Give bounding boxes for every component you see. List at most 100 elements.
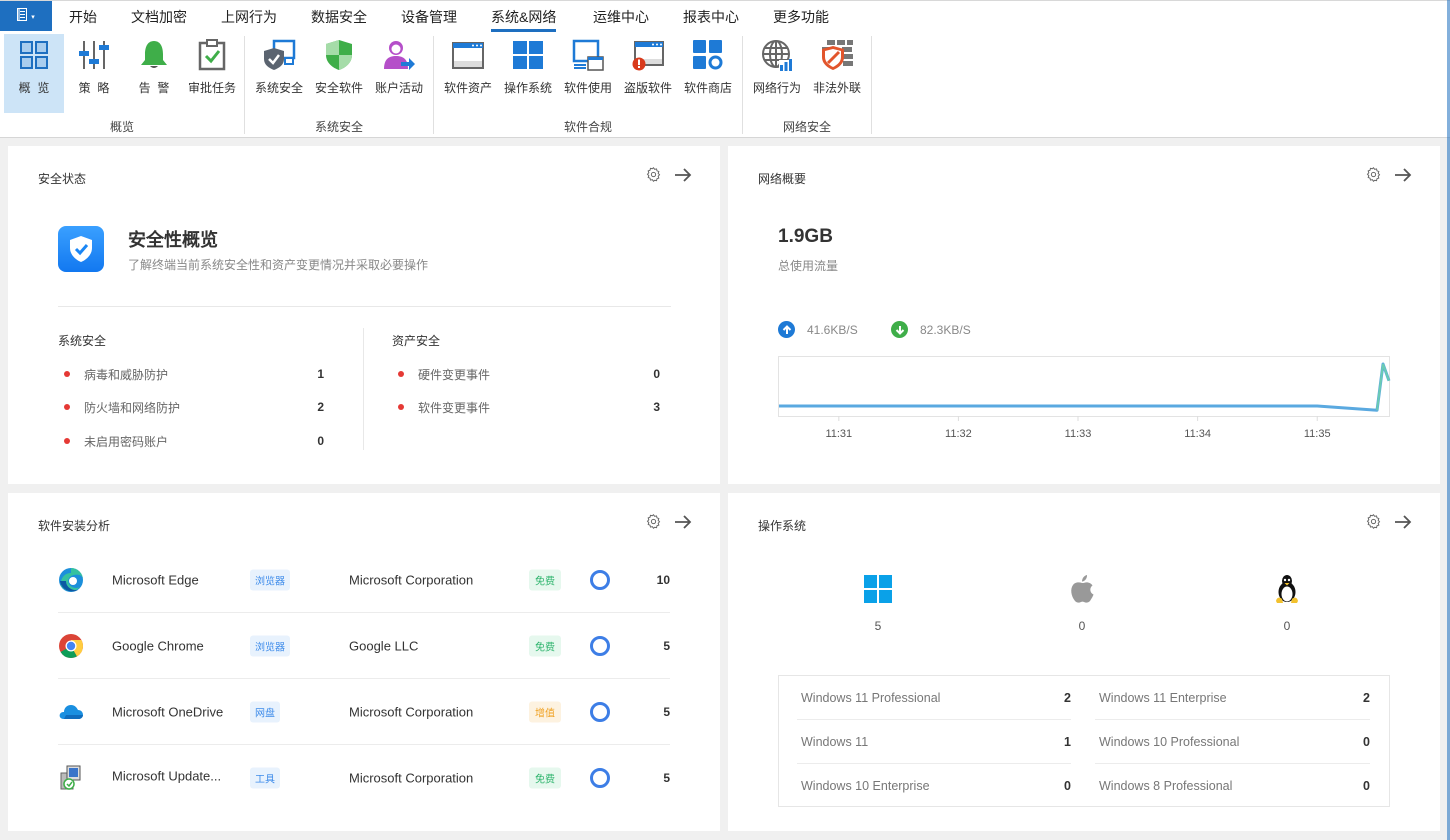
os-version-row[interactable]: Windows 10 Professional 0 — [1095, 720, 1370, 764]
tab-doc-encryption[interactable]: 文档加密 — [131, 1, 187, 33]
license-badge: 增值 — [529, 701, 561, 722]
operating-system-card: 操作系统 5 0 0 Windows 11 Professional 2 Win… — [728, 493, 1440, 831]
ribbon-policy[interactable]: 策 略 — [64, 34, 124, 114]
settings-gear-icon[interactable] — [645, 513, 662, 530]
tab-device-management[interactable]: 设备管理 — [401, 1, 457, 33]
ribbon-software-usage[interactable]: 软件使用 — [558, 34, 618, 114]
operating-system-windows-icon — [510, 37, 546, 73]
tab-data-security[interactable]: 数据安全 — [311, 1, 367, 33]
software-vendor: Microsoft Corporation — [349, 704, 474, 719]
category-badge: 网盘 — [250, 701, 280, 722]
tab-system-network[interactable]: 系统&网络 — [491, 1, 557, 33]
ribbon-illegal-connection[interactable]: 非法外联 — [807, 34, 867, 114]
ribbon: 概 览 策 略 告 警 审批任务 概览 系统安全 安全软件 账户活动 系统安全 … — [0, 32, 1450, 138]
os-version-count: 1 — [1064, 735, 1071, 749]
pirated-software-warning-icon — [630, 37, 666, 73]
ribbon-operating-system[interactable]: 操作系统 — [498, 34, 558, 114]
card-title: 网络概要 — [758, 172, 807, 186]
ribbon-software-asset[interactable]: 软件资产 — [438, 34, 498, 114]
software-asset-window-icon — [450, 37, 486, 73]
software-name: Microsoft Update... — [112, 768, 222, 784]
ribbon-illegal-connection-label: 非法外联 — [812, 81, 861, 95]
tab-report-center[interactable]: 报表中心 — [683, 1, 739, 33]
software-row[interactable]: Google Chrome 浏览器 Google LLC 免费 5 — [58, 613, 670, 679]
asset-security-row[interactable]: 软件变更事件 3 — [392, 397, 660, 417]
os-platform-linux[interactable]: 0 — [1257, 573, 1317, 633]
os-version-count: 0 — [1363, 735, 1370, 749]
software-row[interactable]: Microsoft Edge 浏览器 Microsoft Corporation… — [58, 547, 670, 613]
security-status-card: 安全状态 安全性概览 了解终端当前系统安全性和资产变更情况并采取必要操作 系统安… — [8, 146, 720, 484]
app-menu-button[interactable]: ▾ — [0, 1, 52, 31]
total-traffic-label: 总使用流量 — [778, 259, 839, 273]
ribbon-account-activity[interactable]: 账户活动 — [369, 34, 429, 114]
settings-gear-icon[interactable] — [1365, 513, 1382, 530]
approval-clipboard-icon — [194, 37, 230, 73]
arrow-right-icon[interactable] — [674, 167, 692, 183]
ribbon-alert[interactable]: 告 警 — [124, 34, 184, 114]
ribbon-group-system-security-label: 系统安全 — [314, 120, 363, 134]
software-name: Microsoft OneDrive — [112, 704, 224, 719]
settings-gear-icon[interactable] — [1365, 166, 1382, 183]
ribbon-policy-label: 策 略 — [78, 81, 110, 95]
arrow-right-icon[interactable] — [1394, 514, 1412, 530]
system-security-heading: 系统安全 — [58, 334, 107, 348]
os-version-row[interactable]: Windows 11 1 — [797, 720, 1071, 764]
ribbon-security-software[interactable]: 安全软件 — [309, 34, 369, 114]
tab-ops-center[interactable]: 运维中心 — [593, 1, 649, 33]
divider — [58, 306, 671, 307]
tab-more-features[interactable]: 更多功能 — [773, 1, 829, 33]
ribbon-approval-tasks[interactable]: 审批任务 — [182, 34, 242, 114]
install-ring-icon — [590, 635, 610, 656]
asset-security-row[interactable]: 硬件变更事件 0 — [392, 364, 660, 384]
os-version-name: Windows 11 Professional — [801, 691, 941, 705]
network-traffic-chart: 11:31 11:32 11:33 11:34 11:35 — [778, 356, 1391, 440]
row-label: 硬件变更事件 — [418, 367, 491, 382]
ribbon-software-store[interactable]: 软件商店 — [678, 34, 738, 114]
os-platform-count: 5 — [874, 619, 882, 633]
app-menu-icon — [17, 8, 29, 24]
ribbon-separator — [871, 36, 872, 134]
os-version-row[interactable]: Windows 11 Enterprise 2 — [1095, 676, 1370, 720]
upload-speed: 41.6KB/S — [778, 321, 858, 338]
ribbon-system-security-label: 系统安全 — [254, 81, 303, 95]
card-title: 操作系统 — [758, 519, 807, 533]
system-security-row[interactable]: 病毒和威胁防护 1 — [58, 364, 324, 384]
os-version-count: 2 — [1064, 691, 1071, 705]
ribbon-pirated-software[interactable]: 盗版软件 — [618, 34, 678, 114]
install-ring-icon — [590, 569, 610, 590]
card-title: 安全状态 — [38, 172, 87, 186]
tab-start[interactable]: 开始 — [69, 1, 97, 33]
download-speed-value: 82.3KB/S — [920, 322, 971, 337]
license-badge: 免费 — [529, 635, 561, 656]
ribbon-group-overview-label: 概览 — [109, 120, 134, 134]
os-version-row[interactable]: Windows 11 Professional 2 — [797, 676, 1071, 720]
software-row[interactable]: Microsoft OneDrive 网盘 Microsoft Corporat… — [58, 679, 670, 745]
os-version-row[interactable]: Windows 10 Enterprise 0 — [801, 764, 1071, 808]
settings-gear-icon[interactable] — [645, 166, 662, 183]
os-version-name: Windows 8 Professional — [1099, 779, 1233, 793]
ribbon-overview[interactable]: 概 览 — [4, 34, 64, 113]
arrow-right-icon[interactable] — [1394, 167, 1412, 183]
software-row[interactable]: Microsoft Update... 工具 Microsoft Corpora… — [58, 745, 670, 811]
arrow-right-icon[interactable] — [674, 514, 692, 530]
os-platform-count: 0 — [1283, 619, 1291, 633]
illegal-connection-firewall-icon — [819, 37, 855, 73]
ribbon-network-behavior[interactable]: 网络行为 — [747, 34, 807, 114]
ribbon-system-security[interactable]: 系统安全 — [249, 34, 309, 114]
license-badge: 免费 — [529, 569, 561, 590]
install-count: 5 — [663, 638, 670, 653]
card-title: 软件安装分析 — [38, 519, 111, 533]
os-platform-mac[interactable]: 0 — [1052, 573, 1112, 633]
account-activity-user-icon — [381, 37, 417, 73]
chrome-icon — [58, 633, 84, 659]
ribbon-group-software-compliance-label: 软件合规 — [563, 120, 612, 134]
system-security-row[interactable]: 未启用密码账户 0 — [58, 431, 324, 451]
installer-icon — [58, 765, 84, 791]
system-security-row[interactable]: 防火墙和网络防护 2 — [58, 397, 324, 417]
os-version-name: Windows 11 Enterprise — [1099, 691, 1227, 705]
tab-web-behavior[interactable]: 上网行为 — [221, 1, 277, 33]
os-version-row[interactable]: Windows 8 Professional 0 — [1099, 764, 1370, 808]
os-platform-windows[interactable]: 5 — [848, 573, 908, 633]
chevron-down-icon: ▾ — [31, 14, 35, 21]
x-tick-label: 11:32 — [945, 428, 972, 440]
